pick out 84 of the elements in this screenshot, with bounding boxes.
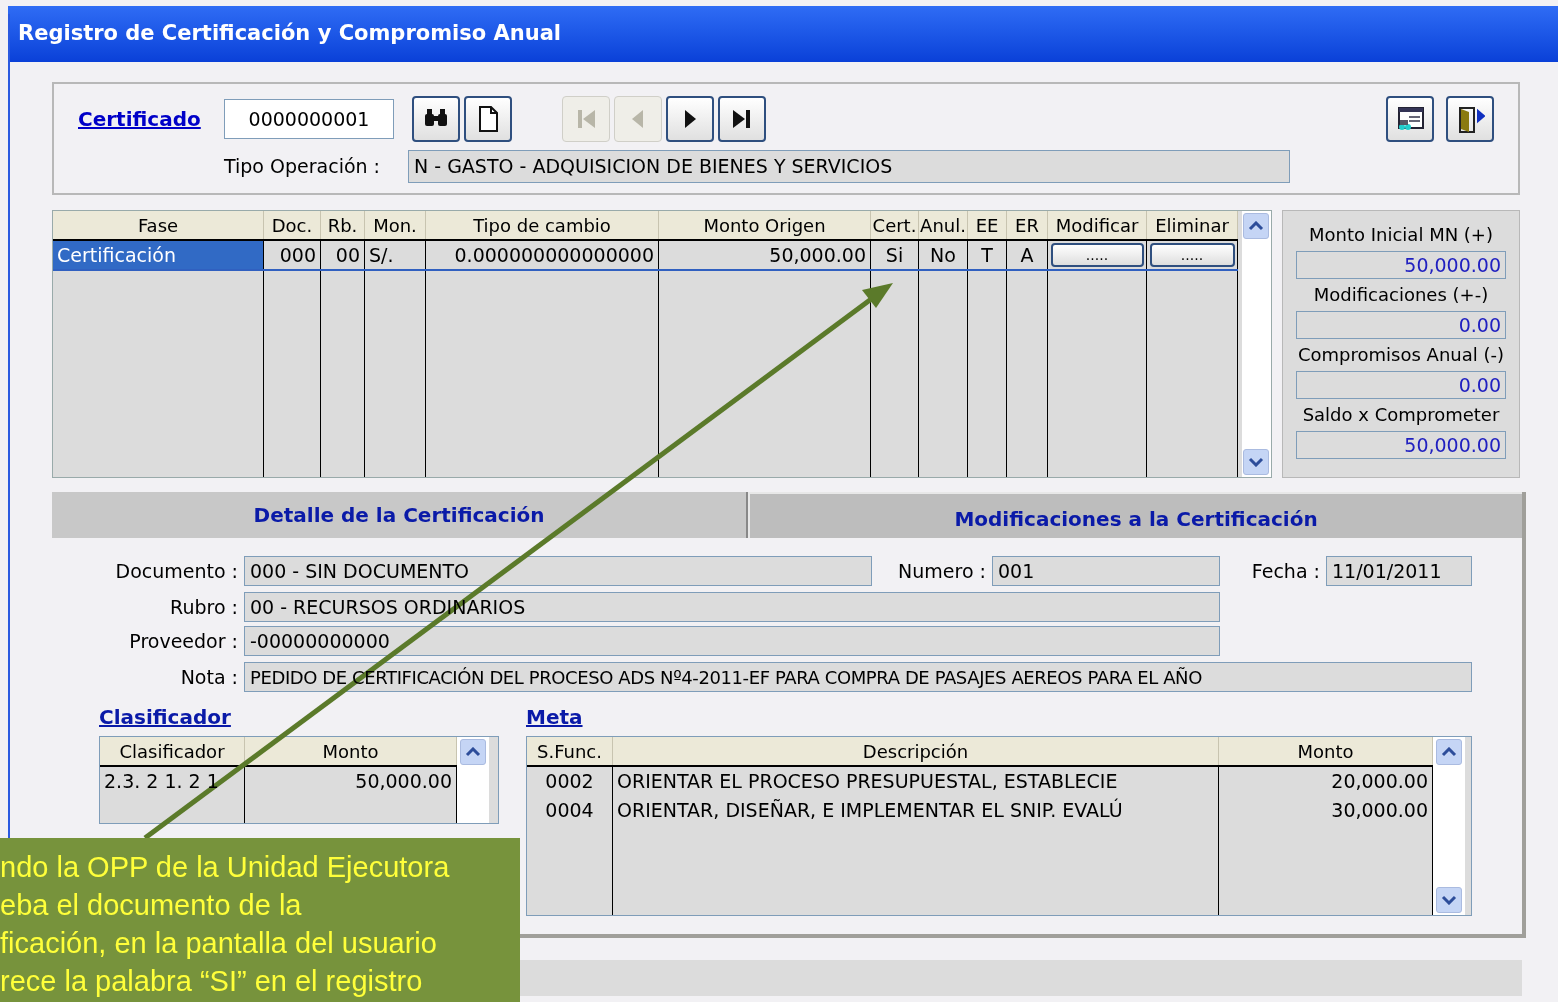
table-cell-text: 0004 [544,798,595,824]
total-value-field: 0.00 [1296,311,1506,339]
table-cell-text: 20,000.00 [1330,769,1429,795]
table-cell-text: ORIENTAR, DISEÑAR, E IMPLEMENTAR EL SNIP. EVALÚ [616,797,1124,824]
total-value-field: 0.00 [1296,371,1506,399]
column-header[interactable]: Eliminar [1147,211,1238,239]
total-label: Modificaciones (+-) [1313,283,1489,307]
field-label: Tipo Operación : [224,154,382,180]
table-cell: 0.000000000000000 [426,241,659,269]
table-cell: 00 [321,241,365,269]
table-cell: Si [871,241,919,269]
field-label: Rubro : [169,594,239,620]
column-header[interactable]: Rb. [321,211,365,239]
field-label: Numero : [897,558,987,584]
callout-text: rece la palabra “SI” en el registro [0,964,424,999]
exit-button[interactable] [1446,96,1494,142]
meta-link[interactable]: Meta [526,702,583,732]
total-value-field: 50,000.00 [1296,431,1506,459]
table-cell-text: ORIENTAR EL PROCESO PRESUPUESTAL, ESTABLECIE [616,769,1119,795]
chevron-up-icon [1441,747,1457,757]
field-label: Fecha : [1250,558,1321,584]
column-header[interactable]: Fase [53,211,264,239]
column-header[interactable]: Mon. [365,211,426,239]
total-label: Monto Inicial MN (+) [1309,223,1493,247]
certificado-link[interactable]: Certificado [78,104,224,134]
table-cell-text: 0002 [544,769,595,795]
scroll-up-button[interactable] [1436,739,1462,765]
delete-button[interactable]: ..... [1149,243,1235,267]
certificado-field[interactable]: 0000000001 [224,99,394,139]
tab[interactable]: Detalle de la Certificación [52,492,749,538]
clasificador-link[interactable]: Clasificador [99,702,231,732]
scroll-down-button[interactable] [1436,887,1462,913]
tipo-operacion-field: N - GASTO - ADQUISICION DE BIENES Y SERVICIOS [408,150,1290,183]
window-title: Registro de Certificación y Compromiso Anual [18,20,561,48]
column-header[interactable]: Anul. [919,211,968,239]
total-value-field: 50,000.00 [1296,251,1506,279]
table-cell: T [968,241,1007,269]
table-cell: No [919,241,968,269]
total-label: Saldo x Comprometer [1302,403,1500,427]
column-header[interactable]: Doc. [264,211,321,239]
chevron-down-icon [1248,457,1265,467]
table-cell: S/. [365,241,426,269]
numero-field: 001 [992,556,1220,586]
table-cell: A [1007,241,1048,269]
modify-button[interactable]: ..... [1050,243,1144,267]
table-cell-text: 50,000.00 [354,769,453,795]
field-label: Documento : [114,558,239,584]
callout-text: ficación, en la pantalla del usuario [0,926,438,961]
column-header[interactable]: Modificar [1048,211,1147,239]
column-header[interactable]: ER [1007,211,1048,239]
field-label: Nota : [179,664,239,690]
scroll-up-button[interactable] [1243,213,1270,239]
callout-text: eba el documento de la [0,888,303,923]
column-header[interactable]: Tipo de cambio [426,211,659,239]
column-header[interactable]: Monto Origen [659,211,871,239]
column-header[interactable]: Cert. [871,211,919,239]
column-header[interactable]: Clasificador [100,737,245,765]
tab[interactable]: Modificaciones a la Certificación [748,492,1522,538]
callout-text: ndo la OPP de la Unidad Ejecutora [0,850,451,885]
last-button[interactable] [718,96,766,142]
grid-scrollbar[interactable] [1241,211,1271,477]
fecha-field: 11/01/2011 [1326,556,1472,586]
chevron-up-icon [1248,221,1265,231]
field-label: Proveedor : [128,628,239,654]
table-cell: Certificación [53,241,264,269]
table-cell-text: 30,000.00 [1330,798,1429,824]
chevron-down-icon [1441,895,1457,905]
report-button[interactable] [1386,96,1434,142]
scroll-up-button[interactable] [460,739,486,765]
grid-row[interactable]: Certificación 000 00 S/. 0.000000000000000 50,000.00 Si No T A ..... ..... [53,241,1238,271]
total-label: Compromisos Anual (-) [1298,343,1504,367]
column-header[interactable]: S.Func. [527,737,613,765]
search-button[interactable] [412,96,460,142]
meta-scrollbar[interactable] [1433,737,1465,915]
chevron-up-icon [465,747,481,757]
documento-field: 000 - SIN DOCUMENTO [244,556,872,586]
proveedor-field: -00000000000 [244,626,1220,656]
table-cell: 000 [264,241,321,269]
scroll-down-button[interactable] [1243,449,1270,475]
column-header[interactable]: EE [968,211,1007,239]
next-button[interactable] [666,96,714,142]
new-button[interactable] [464,96,512,142]
column-header[interactable]: Descripción [613,737,1219,765]
table-cell: 50,000.00 [659,241,871,269]
